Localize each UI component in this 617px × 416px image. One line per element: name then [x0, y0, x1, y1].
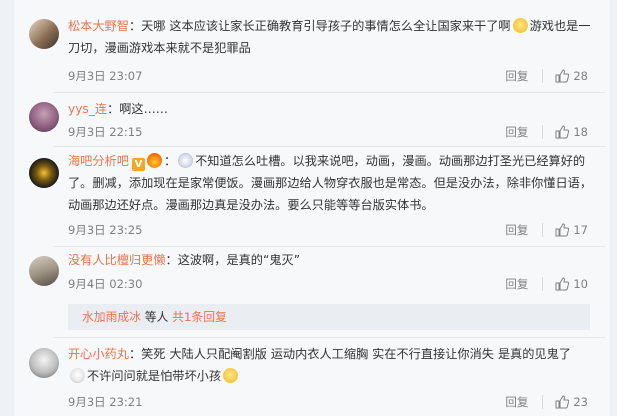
avatar[interactable] — [29, 102, 59, 132]
comment-time: 9月4日 02:30 — [68, 277, 143, 291]
like-icon[interactable] — [555, 69, 570, 83]
like-icon[interactable] — [555, 125, 570, 139]
page: 松本大野智：天哪 这本应该让家长正确教育引导孩子的事情怎么全让国家来干了啊 游戏也… — [0, 0, 617, 416]
view-replies-link[interactable]: 共1条回复 — [172, 310, 227, 324]
avatar[interactable] — [29, 19, 59, 49]
like-count: 17 — [573, 223, 588, 237]
comment-time: 9月3日 23:07 — [68, 69, 143, 83]
username-link[interactable]: 海吧分析吧 — [68, 154, 129, 168]
dizzy-face-emoji-icon — [178, 153, 194, 168]
comment-actions: 回复 17 — [505, 222, 588, 238]
ghost-emoji-icon — [70, 368, 85, 383]
comment-time: 9月3日 23:25 — [68, 223, 143, 237]
like-count: 18 — [573, 125, 588, 139]
comment-actions: 回复 10 — [505, 276, 588, 292]
comment-text: 松本大野智：天哪 这本应该让家长正确教育引导孩子的事情怎么全让国家来干了啊 游戏也… — [68, 18, 591, 55]
username-link[interactable]: yys_连 — [68, 102, 107, 116]
like-count: 10 — [573, 277, 588, 291]
reply-button[interactable]: 回复 — [505, 124, 528, 140]
reply-button[interactable]: 回复 — [505, 68, 528, 84]
comment-actions: 回复 28 — [505, 68, 588, 84]
avatar[interactable] — [29, 158, 59, 188]
like-icon[interactable] — [555, 223, 570, 237]
fire-emoji-icon — [146, 153, 162, 168]
username-link[interactable]: 开心小药丸 — [68, 347, 129, 361]
separator — [542, 277, 544, 291]
subreply-username-link[interactable]: 水加雨成冰 — [82, 310, 141, 324]
comment-text: yys_连：啊这…… — [68, 102, 168, 116]
comment-time: 9月3日 22:15 — [68, 125, 143, 139]
separator — [542, 69, 544, 83]
like-count: 28 — [573, 69, 588, 83]
reply-button[interactable]: 回复 — [505, 276, 528, 292]
laughing-emoji-icon — [223, 368, 239, 383]
verified-badge-icon: V — [131, 158, 145, 171]
reply-button[interactable]: 回复 — [505, 222, 528, 238]
comment-item: yys_连：啊这…… 9月3日 22:15 回复 18 — [14, 92, 610, 144]
comment-text: 开心小药丸：笑死 大陆人只配阉割版 运动内衣人工缩胸 实在不行直接让你消失 是真… — [68, 347, 571, 383]
comment-item: 开心小药丸：笑死 大陆人只配阉割版 运动内衣人工缩胸 实在不行直接让你消失 是真… — [14, 337, 610, 416]
separator — [542, 125, 544, 139]
separator — [542, 395, 544, 409]
reply-button[interactable]: 回复 — [505, 394, 528, 410]
username-link[interactable]: 松本大野智 — [68, 19, 129, 33]
separator — [542, 223, 544, 237]
comment-item: 松本大野智：天哪 这本应该让家长正确教育引导孩子的事情怎么全让国家来干了啊 游戏也… — [14, 0, 610, 98]
avatar[interactable] — [29, 348, 59, 378]
comment-item: 海吧分析吧 V：不知道怎么吐槽。以我来说吧，动画，漫画。动画那边打圣光已经算好的 … — [14, 146, 610, 246]
comment-actions: 回复 18 — [505, 124, 588, 140]
username-link[interactable]: 没有人比檀归更懒 — [68, 253, 166, 267]
smile-emoji-icon — [512, 18, 528, 33]
comment-text: 海吧分析吧 V：不知道怎么吐槽。以我来说吧，动画，漫画。动画那边打圣光已经算好的 … — [68, 153, 593, 212]
like-icon[interactable] — [555, 277, 570, 291]
avatar[interactable] — [29, 256, 59, 286]
comment-actions: 回复 23 — [505, 394, 588, 410]
comment-text: 没有人比檀归更懒：这波啊，是真的“鬼灭” — [68, 253, 301, 267]
comment-time: 9月3日 23:21 — [68, 395, 143, 409]
like-count: 23 — [573, 395, 588, 409]
subreply-summary[interactable]: 水加雨成冰 等人 共1条回复 — [68, 304, 590, 330]
like-icon[interactable] — [555, 395, 570, 409]
